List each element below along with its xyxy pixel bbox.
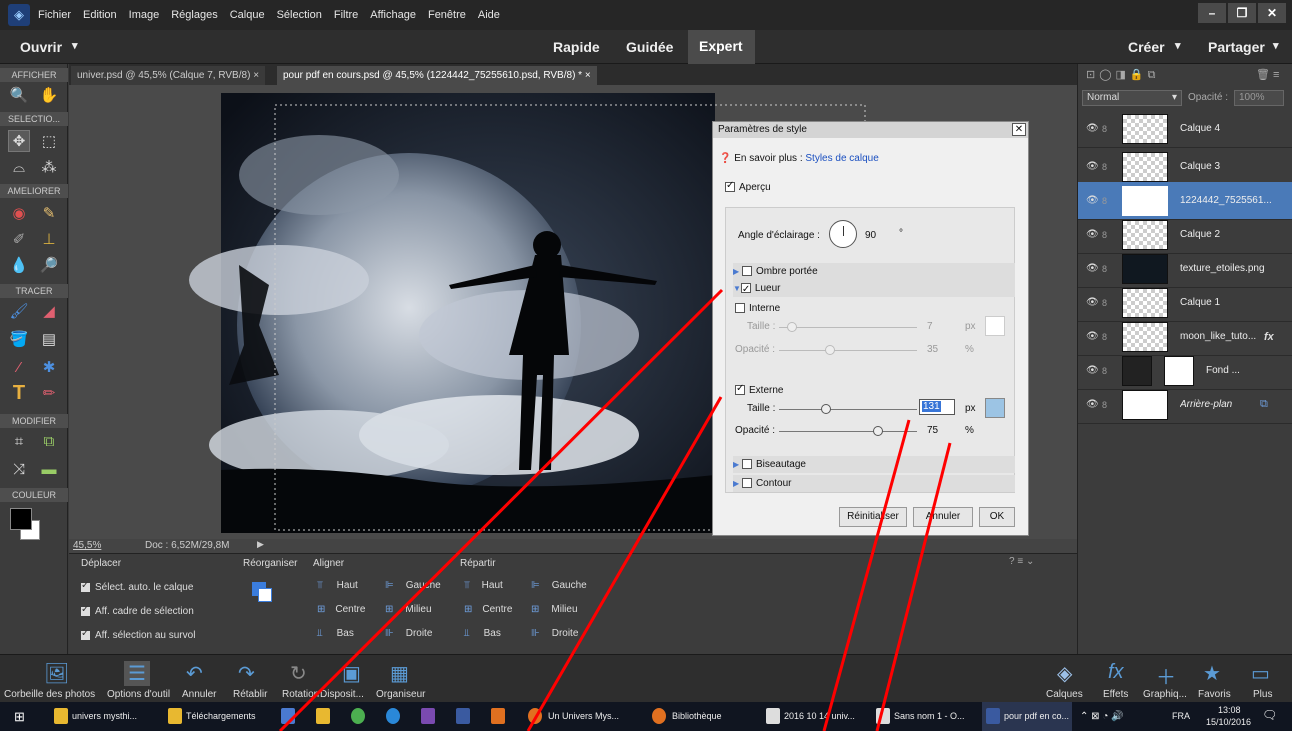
annotation-line xyxy=(822,419,911,731)
annotation-line xyxy=(875,442,952,731)
annotation-line xyxy=(526,396,723,731)
annotation-overlay xyxy=(278,288,952,731)
